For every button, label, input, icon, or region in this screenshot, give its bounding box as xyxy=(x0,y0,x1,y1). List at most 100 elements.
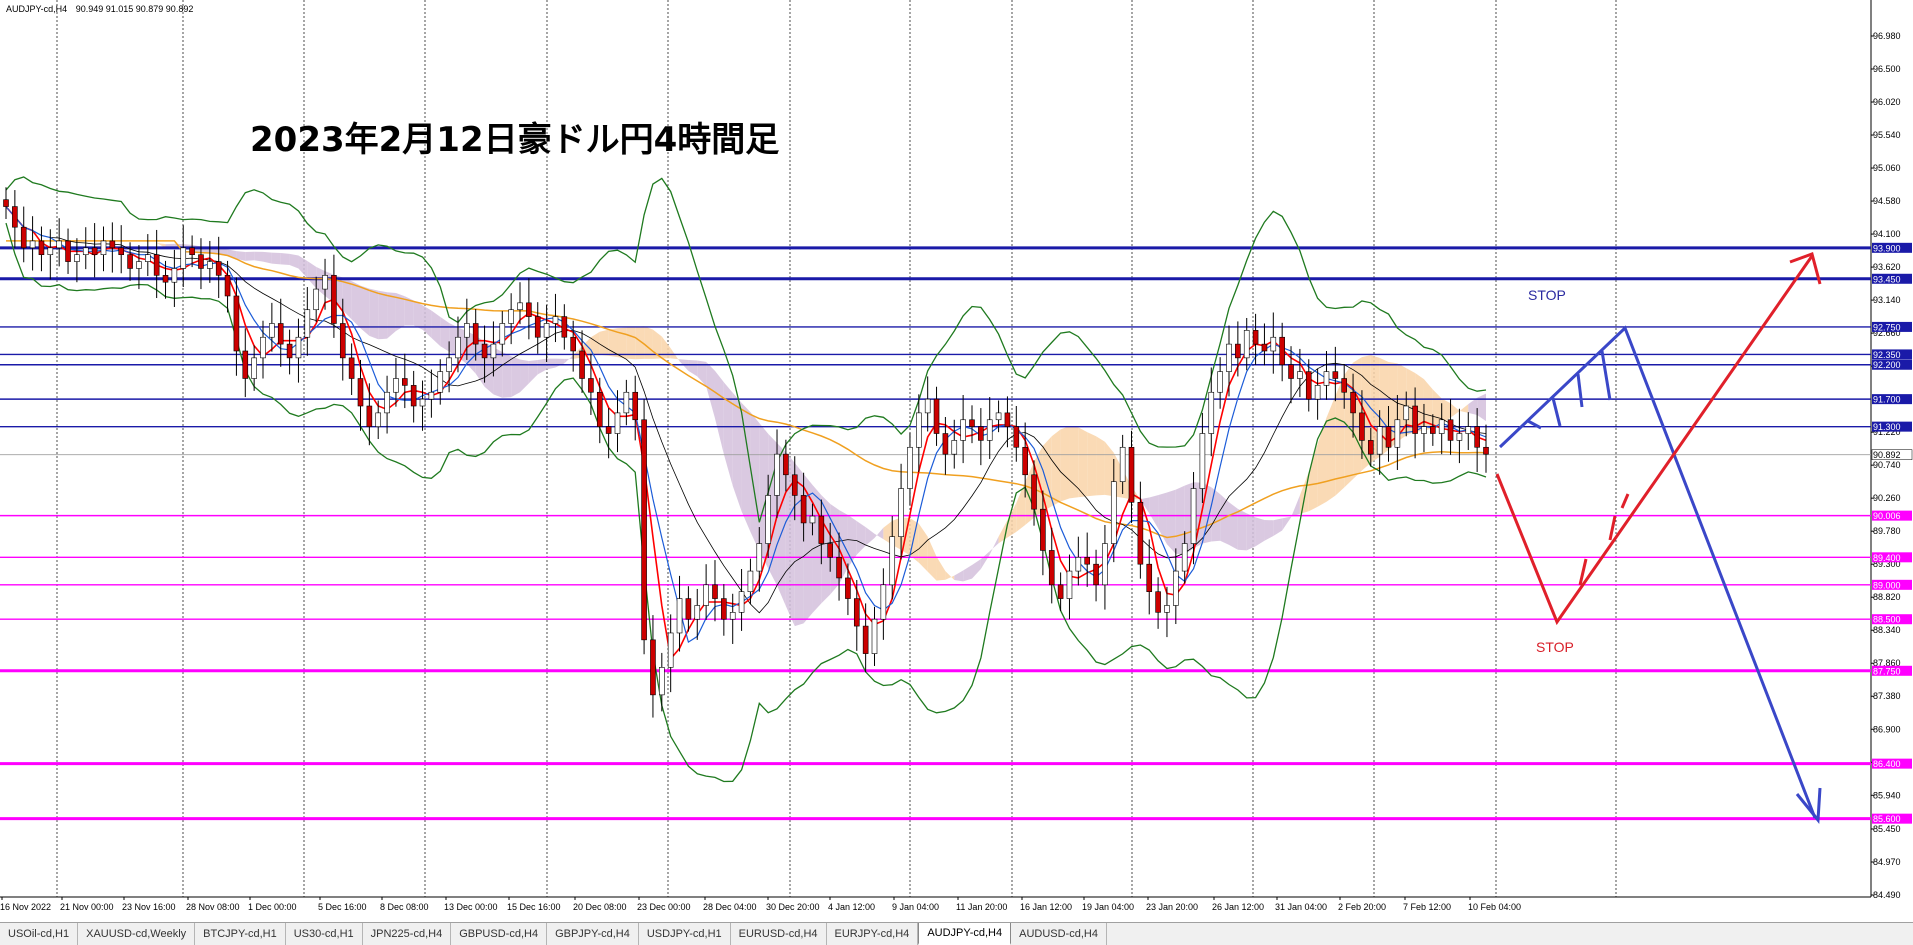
price-tick-label: 86.900 xyxy=(1873,724,1901,734)
candle xyxy=(304,287,311,356)
level-price-label: 86.400 xyxy=(1873,759,1901,769)
candle-body-down xyxy=(721,598,727,620)
candle-body-up xyxy=(924,398,931,414)
candle-body-down xyxy=(1430,426,1436,434)
candle xyxy=(729,593,736,644)
level-price-label: 92.200 xyxy=(1873,360,1901,370)
candle-body-down xyxy=(1013,426,1020,448)
time-axis: 16 Nov 2022 21 Nov 00:00 23 Nov 16:00 28 No… xyxy=(0,897,1521,912)
candle-body-down xyxy=(596,391,603,427)
candle-body-up xyxy=(960,419,966,441)
candle xyxy=(269,302,275,352)
chart-tab[interactable]: AUDJPY-cd,H4 xyxy=(918,923,1012,945)
candle xyxy=(242,328,249,398)
price-tick-label: 93.140 xyxy=(1873,295,1901,305)
candle-body-down xyxy=(1146,563,1153,593)
candle xyxy=(641,399,647,655)
candle xyxy=(721,584,727,636)
chart-area[interactable]: 96.980 96.500 96.020 95.540 95.060 94.580 94.1… xyxy=(0,0,1913,922)
cloud-segment xyxy=(94,227,104,231)
candle-body-up xyxy=(1226,343,1232,372)
chart-tab[interactable]: BTCJPY-cd,H1 xyxy=(195,923,286,945)
candle-body-up xyxy=(1314,385,1321,400)
candle-body-down xyxy=(1367,440,1374,455)
price-tick-label: 84.970 xyxy=(1873,857,1901,867)
candle xyxy=(1128,430,1135,523)
cloud-segment xyxy=(245,251,255,261)
candle xyxy=(969,405,975,444)
candle xyxy=(384,375,390,434)
chart-tab[interactable]: USOil-cd,H1 xyxy=(0,923,79,945)
candle-body-up xyxy=(898,488,904,537)
candle xyxy=(712,560,718,622)
candle-body-down xyxy=(91,247,98,256)
candle xyxy=(1261,323,1268,366)
cloud-segment xyxy=(369,288,379,340)
time-tick-label: 28 Nov 08:00 xyxy=(186,902,240,912)
candle-body-up xyxy=(428,391,435,400)
candle xyxy=(579,330,585,393)
candle-body-down xyxy=(570,336,576,352)
candle-body-down xyxy=(1057,584,1064,599)
candle-body-up xyxy=(171,268,178,283)
chart-tab[interactable]: EURJPY-cd,H4 xyxy=(827,923,919,945)
price-tick-label: 95.060 xyxy=(1873,163,1901,173)
candle-body-down xyxy=(1483,446,1489,455)
candle-body-down xyxy=(836,557,842,579)
cloud-segment xyxy=(1291,495,1300,518)
candle-body-up xyxy=(1173,570,1179,606)
candle-body-up xyxy=(29,240,36,249)
stop-label-lower: STOP xyxy=(1536,639,1574,655)
cloud-segment xyxy=(927,536,937,581)
bullish-wave-tick xyxy=(1620,493,1630,509)
chart-tab[interactable]: JPN225-cd,H4 xyxy=(363,923,452,945)
chart-tab[interactable]: EURUSD-cd,H4 xyxy=(731,923,827,945)
scenario-drawings xyxy=(1495,252,1822,824)
candle-body-down xyxy=(1031,474,1037,510)
candle-body-up xyxy=(419,398,426,407)
cloud-segment xyxy=(1459,404,1469,413)
stop-label-upper: STOP xyxy=(1528,287,1566,303)
chart-tab[interactable]: GBPJPY-cd,H4 xyxy=(547,923,639,945)
candle-body-up xyxy=(1119,446,1126,482)
candle xyxy=(880,568,887,640)
candle-body-up xyxy=(1297,371,1303,379)
candle-body-up xyxy=(508,309,514,324)
chart-tab[interactable]: AUDUSD-cd,H4 xyxy=(1011,923,1107,945)
candle xyxy=(588,353,594,415)
cloud-segment xyxy=(989,536,999,555)
candle xyxy=(1146,539,1153,615)
candle-body-up xyxy=(729,612,736,620)
candle-body-down xyxy=(1385,426,1392,448)
chart-info-bar: AUDJPY-cd,H4 90.949 91.015 90.879 90.892 xyxy=(6,4,193,14)
candle-body-up xyxy=(676,598,683,634)
time-tick-label: 1 Dec 00:00 xyxy=(248,902,297,912)
cloud-segment xyxy=(378,290,388,340)
level-price-label: 89.000 xyxy=(1873,580,1901,590)
candle-body-down xyxy=(800,495,807,524)
level-price-label: 85.600 xyxy=(1873,814,1901,824)
candle-body-down xyxy=(1279,336,1285,366)
candle-body-up xyxy=(56,240,62,249)
cloud-segment xyxy=(936,556,946,581)
candle xyxy=(1314,368,1321,420)
candle-body-down xyxy=(1288,364,1294,379)
candle xyxy=(1013,406,1020,462)
candle xyxy=(1137,481,1144,579)
candle xyxy=(685,586,692,632)
candle-body-up xyxy=(889,536,896,586)
candle-body-down xyxy=(526,302,532,317)
chart-tab[interactable]: GBPUSD-cd,H4 xyxy=(451,923,548,945)
price-tick-label: 89.780 xyxy=(1873,526,1901,536)
cloud-segment xyxy=(1308,443,1318,512)
candle-body-down xyxy=(791,474,798,496)
candle xyxy=(534,302,541,354)
candle xyxy=(1474,408,1480,473)
chart-tab[interactable]: USDJPY-cd,H1 xyxy=(639,923,731,945)
candle-body-down xyxy=(1022,446,1028,476)
cloud-segment xyxy=(1096,436,1105,496)
chart-tab[interactable]: XAUUSD-cd,Weekly xyxy=(78,923,196,945)
cloud-segment xyxy=(1228,502,1238,550)
chart-tab[interactable]: US30-cd,H1 xyxy=(286,923,363,945)
time-tick-label: 31 Jan 04:00 xyxy=(1275,902,1327,912)
